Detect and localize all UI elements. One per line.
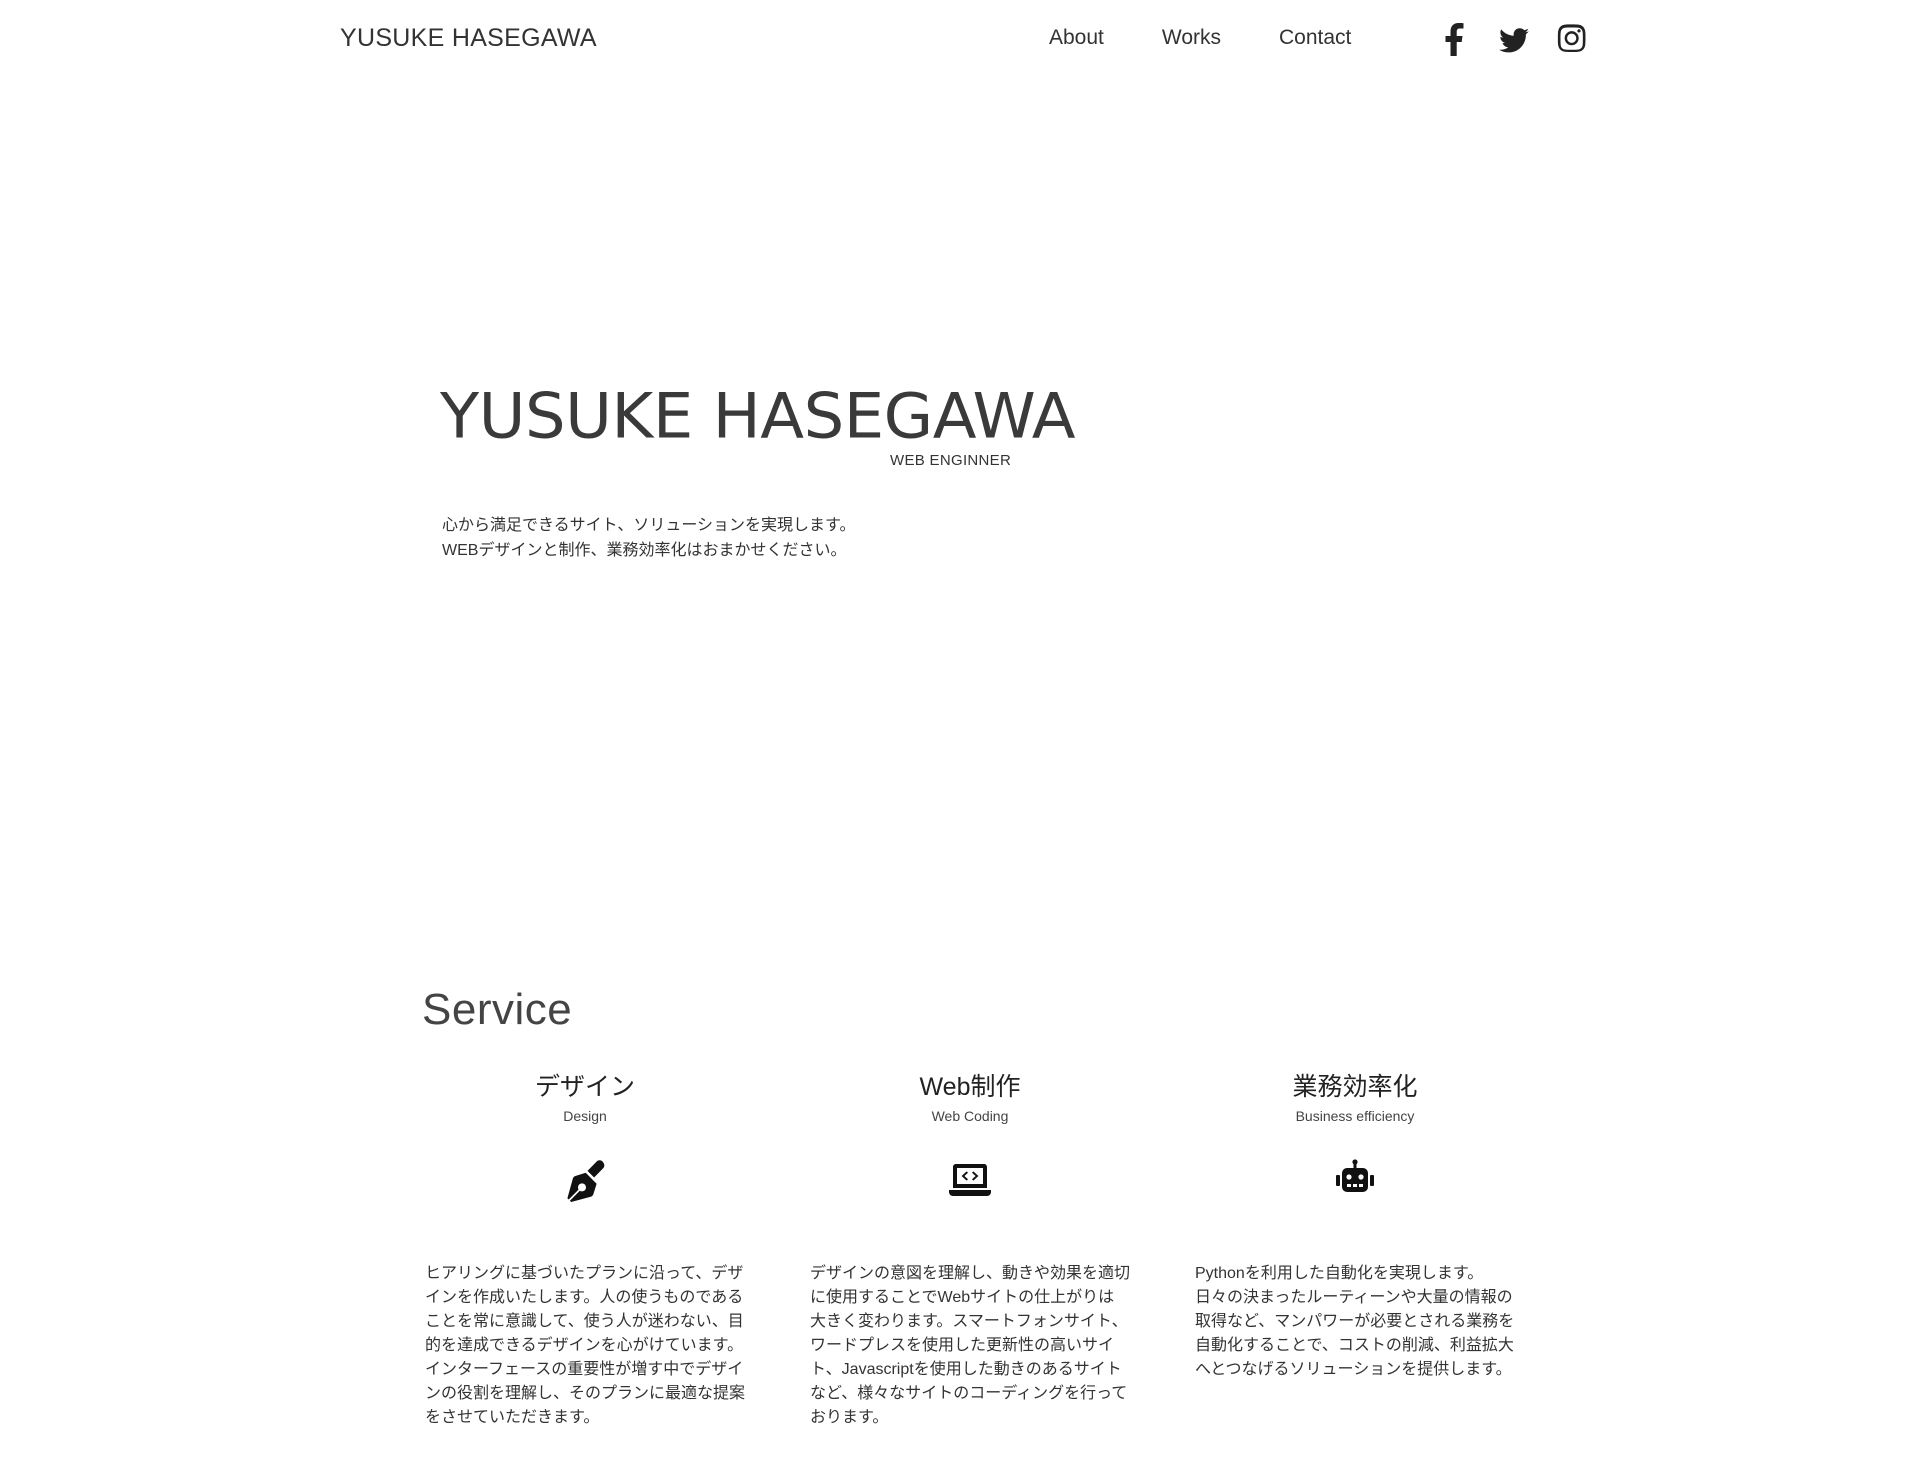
twitter-icon	[1499, 28, 1529, 53]
card-subtitle: Design	[563, 1108, 607, 1124]
card-text-line: へとつなげるソリューションを提供します。	[1195, 1361, 1512, 1378]
main-nav: About Works Contact	[1049, 26, 1409, 50]
nav-works-link[interactable]: Works	[1162, 26, 1221, 50]
hero-lead-line: WEBデザインと制作、業務効率化はおまかせください。	[442, 542, 847, 559]
card-text-line: など、様々なサイトのコーディングを行って	[810, 1385, 1128, 1402]
social-links	[1440, 22, 1588, 56]
robot-icon	[1333, 1158, 1377, 1202]
card-text-line: ンの役割を理解し、そのプランに最適な提案	[425, 1385, 746, 1402]
service-card-efficiency: 業務効率化 Business efficiency Pythonを利用した自動化…	[1195, 1070, 1515, 1382]
instagram-link[interactable]	[1556, 22, 1588, 56]
instagram-icon	[1557, 24, 1586, 53]
facebook-link[interactable]	[1440, 22, 1472, 56]
card-title: Web制作	[919, 1073, 1021, 1101]
card-text-line: 取得など、マンパワーが必要とされる業務を	[1195, 1313, 1515, 1330]
card-subtitle: Web Coding	[931, 1108, 1009, 1124]
card-text-line: ト、Javascriptを使用した動きのあるサイト	[810, 1361, 1122, 1378]
laptop-code-icon	[948, 1158, 992, 1202]
brand-logo-link[interactable]: YUSUKE HASEGAWA	[340, 24, 597, 53]
card-text-line: Pythonを利用した自動化を実現します。	[1195, 1265, 1484, 1282]
service-card-design: デザイン Design ヒアリングに基づいたプランに沿って、デザ インを作成いた…	[425, 1070, 745, 1430]
card-text-line: デザインの意図を理解し、動きや効果を適切	[810, 1265, 1131, 1282]
card-text-line: ヒアリングに基づいたプランに沿って、デザ	[425, 1265, 744, 1282]
card-text-line: をさせていただきます。	[425, 1409, 600, 1426]
card-text-line: 日々の決まったルーティーンや大量の情報の	[1195, 1289, 1513, 1306]
nav-about-link[interactable]: About	[1049, 26, 1104, 50]
card-title: 業務効率化	[1292, 1073, 1418, 1101]
card-title: デザイン	[534, 1073, 635, 1101]
hero-lead: 心から満足できるサイト、ソリューションを実現します。 WEBデザインと制作、業務…	[442, 513, 855, 563]
hero-section: YUSUKE HASEGAWA WEB ENGINNER 心から満足できるサイト…	[0, 80, 1920, 940]
pen-nib-icon	[563, 1158, 607, 1202]
nav-contact-link[interactable]: Contact	[1279, 26, 1351, 50]
service-card-web: Web制作 Web Coding デザインの意図を理解し、動きや効果を適切 に使…	[810, 1070, 1130, 1430]
service-title: Service	[422, 985, 573, 1034]
card-text-line: 大きく変わります。スマートフォンサイト、	[810, 1313, 1128, 1330]
card-description: Pythonを利用した自動化を実現します。 日々の決まったルーティーンや大量の情…	[1195, 1262, 1515, 1382]
site-header: YUSUKE HASEGAWA About Works Contact	[0, 0, 1920, 80]
card-subtitle: Business efficiency	[1295, 1108, 1415, 1124]
service-section: Service デザイン Design ヒアリングに基づいたプランに沿って、デザ…	[0, 980, 1920, 1460]
card-text-line: ことを常に意識して、使う人が迷わない、目	[425, 1313, 744, 1330]
card-description: ヒアリングに基づいたプランに沿って、デザ インを作成いたします。人の使うものであ…	[425, 1262, 745, 1430]
card-description: デザインの意図を理解し、動きや効果を適切 に使用することでWebサイトの仕上がり…	[810, 1262, 1130, 1430]
card-text-line: に使用することでWebサイトの仕上がりは	[810, 1289, 1115, 1306]
hero-role: WEB ENGINNER	[890, 452, 1012, 469]
card-text-line: 的を達成できるデザインを心がけています。	[425, 1337, 744, 1354]
twitter-link[interactable]	[1498, 22, 1530, 56]
card-text-line: 自動化することで、コストの削減、利益拡大	[1195, 1337, 1514, 1354]
hero-name: YUSUKE HASEGAWA	[440, 380, 1076, 454]
card-text-line: おります。	[810, 1409, 889, 1426]
card-text-line: ワードプレスを使用した更新性の高いサイ	[810, 1337, 1115, 1354]
card-text-line: インターフェースの重要性が増す中でデザイ	[425, 1361, 744, 1378]
card-text-line: インを作成いたします。人の使うものである	[425, 1289, 744, 1306]
hero-lead-line: 心から満足できるサイト、ソリューションを実現します。	[442, 517, 856, 534]
facebook-icon	[1445, 23, 1464, 56]
